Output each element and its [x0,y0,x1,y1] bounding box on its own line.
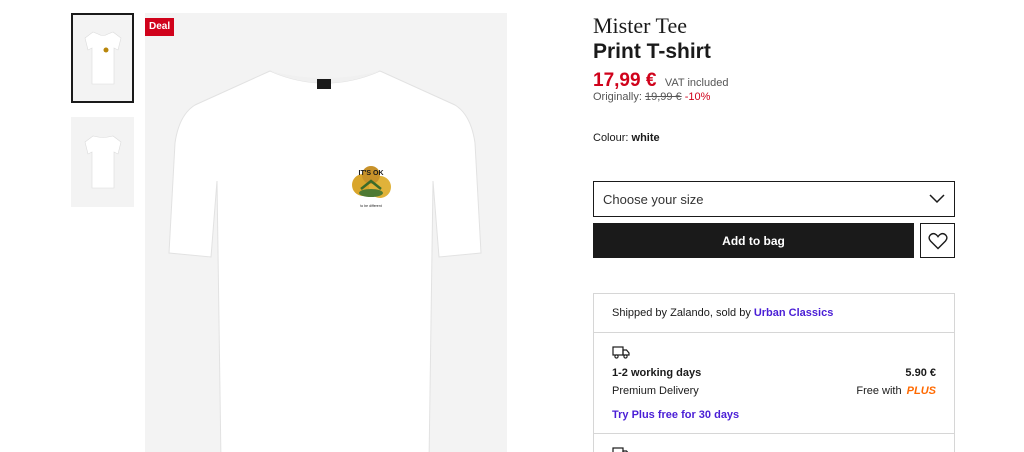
size-select[interactable]: Choose your size [593,181,955,217]
discount-percent: -10% [684,91,711,103]
shipped-text: Shipped by Zalando, sold by [612,307,751,319]
current-price: 17,99 € [593,70,657,91]
seller-link[interactable]: Urban Classics [754,307,833,319]
colour-label: Colour: [593,132,629,144]
thumbnail-back[interactable] [71,117,134,207]
original-label: Originally: [593,91,642,103]
thumbnail-list [71,13,134,221]
delivery-price: 5.90 € [905,367,936,379]
free-with-plus: Free with PLUS [856,385,936,397]
plus-logo: PLUS [906,385,936,397]
tshirt-image: IT'S OK to be different [168,70,482,452]
try-plus-link[interactable]: Try Plus free for 30 days [612,409,739,421]
truck-icon [612,447,629,452]
original-price: 19,99 € [644,91,682,103]
delivery-days: 1-2 working days [612,367,702,379]
shirt-print-top: IT'S OK [359,170,384,177]
delivery-type: Premium Delivery [612,385,699,397]
original-price-row: Originally: 19,99 € -10% [593,91,710,103]
deal-badge: Deal [145,18,175,36]
add-to-bag-button[interactable]: Add to bag [593,223,914,258]
tshirt-front-thumb-icon [84,31,121,85]
delivery-box: Shipped by Zalando, sold by Urban Classi… [593,293,955,452]
tshirt-back-thumb-icon [84,135,121,189]
colour-row: Colour: white [593,132,660,144]
price-row: 17,99 € VAT included [593,70,728,92]
product-main-image[interactable]: IT'S OK to be different Deal [145,13,507,452]
product-title: Print T-shirt [593,40,711,63]
colour-value: white [631,132,660,144]
add-to-bag-label: Add to bag [722,233,785,248]
wishlist-button[interactable] [920,223,955,258]
truck-icon [612,346,630,359]
delivery-option: 1-2 working days 5.90 € Premium Delivery… [594,333,954,434]
vat-note: VAT included [664,77,729,89]
heart-icon [927,232,948,249]
thumbnail-front[interactable] [71,13,134,103]
chevron-down-icon [929,194,945,204]
shipped-by-row: Shipped by Zalando, sold by Urban Classi… [594,294,954,333]
brand-name[interactable]: Mister Tee [593,13,687,39]
delivery-option-2 [594,434,954,452]
shirt-print-bottom: to be different [360,204,381,208]
size-placeholder: Choose your size [603,191,704,207]
free-with-label: Free with [856,385,902,397]
